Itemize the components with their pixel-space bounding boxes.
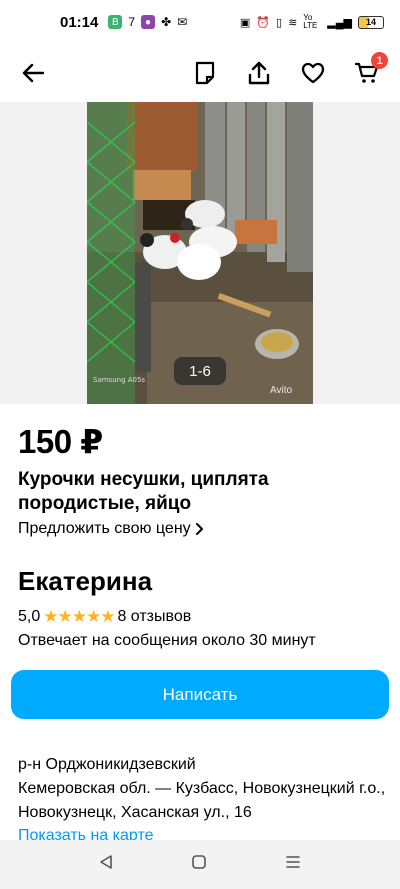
system-nav-bar xyxy=(0,840,400,889)
share-icon xyxy=(248,61,270,85)
status-time: 01:14 xyxy=(60,13,99,31)
listing-title: Курочки несушки, циплята породистые, яйц… xyxy=(18,469,269,514)
nfc-icon: ▣ xyxy=(239,16,251,29)
square-home-icon xyxy=(192,855,206,869)
status-icons: B 7 ● ✤ ✉ xyxy=(108,15,187,29)
rating-value: 5,0 xyxy=(18,608,41,625)
favorite-button[interactable] xyxy=(298,58,328,88)
photo-counter: 1-6 xyxy=(174,357,226,385)
reviews-count: 8 отзывов xyxy=(117,608,192,625)
seller-rating[interactable]: 5,0 ★★★★★ 8 отзывов xyxy=(18,607,191,627)
mail-icon: ✉ xyxy=(177,15,188,29)
note-icon xyxy=(195,61,215,85)
district-label: р-н Орджоникидзевский xyxy=(18,756,196,773)
app-notification-icon: B xyxy=(108,15,123,29)
battery-icon: 14 xyxy=(358,15,384,29)
seller-name[interactable]: Екатерина xyxy=(18,566,152,597)
photo-watermark: Avito xyxy=(270,385,293,396)
nav-home-button[interactable] xyxy=(191,854,207,875)
response-time: Отвечает на сообщения около 30 минут xyxy=(18,632,316,649)
rating-stars-icon: ★★★★★ xyxy=(43,607,115,626)
back-arrow-icon xyxy=(22,63,44,83)
cart-button[interactable]: 1 xyxy=(352,52,388,88)
notification-count: 7 xyxy=(128,15,136,29)
heart-icon xyxy=(301,62,325,84)
listing-price: 150 ₽ xyxy=(18,423,103,460)
back-button[interactable] xyxy=(18,58,48,88)
clover-icon: ✤ xyxy=(161,15,172,29)
share-button[interactable] xyxy=(244,58,274,88)
vibrate-icon: ▯ xyxy=(276,16,283,29)
cart-count-badge: 1 xyxy=(371,52,388,69)
offer-price-link[interactable]: Предложить свою цену xyxy=(18,520,205,538)
triangle-back-icon xyxy=(100,855,112,869)
nav-recents-button[interactable] xyxy=(285,854,301,875)
signal-icon: ▂▄▆ xyxy=(327,16,352,29)
top-bar: 1 xyxy=(0,44,400,102)
address-text: Кемеровская обл. — Кузбасс, Новокузнецки… xyxy=(18,780,386,821)
photo-gallery[interactable]: Samsung A05s 1-6 Avito xyxy=(0,102,400,404)
alarm-icon: ⏰ xyxy=(256,16,270,29)
chevron-right-icon xyxy=(195,523,203,535)
write-message-button[interactable]: Написать xyxy=(11,670,389,719)
note-button[interactable] xyxy=(190,58,220,88)
status-right: ▣ ⏰ ▯ ≋ Yo LTE ▂▄▆ 14 xyxy=(240,14,384,30)
offer-price-label: Предложить свою цену xyxy=(18,520,191,537)
wifi-icon: ≋ xyxy=(288,16,298,29)
top-actions: 1 xyxy=(190,52,388,88)
nav-back-button[interactable] xyxy=(99,854,113,875)
network-label: Yo LTE xyxy=(303,13,318,30)
status-bar: 01:14 B 7 ● ✤ ✉ ▣ ⏰ ▯ ≋ Yo LTE ▂▄▆ 14 xyxy=(0,0,400,44)
svg-text:Samsung A05s: Samsung A05s xyxy=(93,376,145,384)
listing-address: р-н Орджоникидзевский Кемеровская обл. —… xyxy=(18,753,388,825)
menu-recents-icon xyxy=(286,856,300,868)
messenger-icon: ● xyxy=(141,15,156,29)
